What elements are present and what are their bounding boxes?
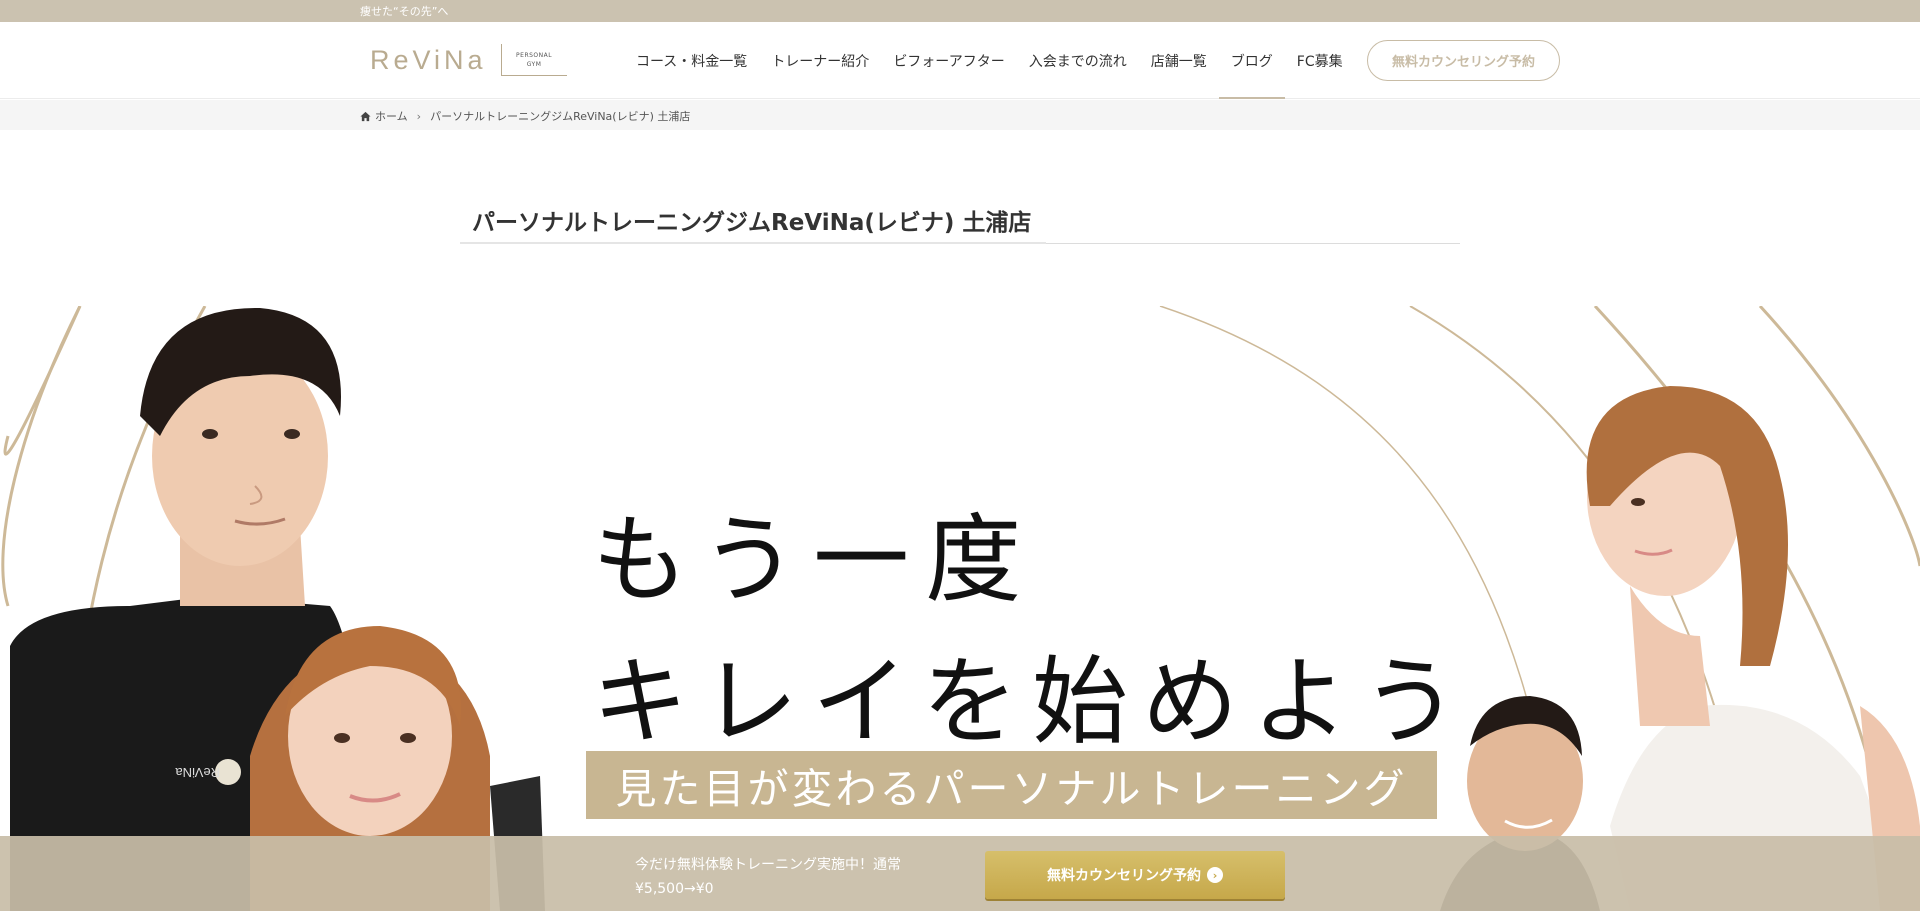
nav-item-fc[interactable]: FC募集 — [1285, 22, 1355, 99]
nav-item-stores[interactable]: 店舗一覧 — [1139, 22, 1219, 99]
title-underline — [460, 242, 1046, 244]
breadcrumb-home[interactable]: ホーム — [375, 108, 408, 124]
counseling-button-header[interactable]: 無料カウンセリング予約 — [1367, 40, 1560, 81]
nav-item-courses[interactable]: コース・料金一覧 — [624, 22, 759, 99]
breadcrumb: ホーム › パーソナルトレーニングジムReViNa(レビナ) 土浦店 — [0, 100, 1920, 130]
nav-item-flow[interactable]: 入会までの流れ — [1017, 22, 1139, 99]
nav-item-trainers[interactable]: トレーナー紹介 — [759, 22, 881, 99]
promo-line-2: ¥5,500→¥0 — [635, 881, 714, 897]
home-icon — [360, 111, 371, 121]
hero-banner: ReViNa もう一度 キレイを始めよう 見た目が変わるパーソナルトレーニング — [0, 306, 1920, 911]
site-logo[interactable]: ReViNa PERSONAL GYM — [370, 44, 567, 76]
site-header: ReViNa PERSONAL GYM コース・料金一覧 トレーナー紹介 ビフォ… — [0, 22, 1920, 99]
trainer-man-image: ReViNa — [10, 307, 545, 911]
nav-item-blog[interactable]: ブログ — [1218, 22, 1285, 99]
main-nav: コース・料金一覧 トレーナー紹介 ビフォーアフター 入会までの流れ 店舗一覧 ブ… — [624, 22, 1355, 99]
counseling-button-footer[interactable]: 無料カウンセリング予約 › — [985, 851, 1285, 899]
promo-line-1: 今だけ無料体験トレーニング実施中！通常 — [635, 857, 901, 873]
page-title: パーソナルトレーニングジムReViNa(レビナ) 土浦店 — [472, 210, 1032, 236]
breadcrumb-current: パーソナルトレーニングジムReViNa(レビナ) 土浦店 — [430, 110, 691, 123]
hero-headline-1: もう一度 — [592, 504, 1038, 616]
arrow-circle-right-icon: › — [1207, 867, 1223, 883]
logo-sub-personal: PERSONAL — [516, 51, 553, 59]
counseling-button-label: 無料カウンセリング予約 — [1047, 868, 1201, 884]
sticky-cta-bar: 今だけ無料体験トレーニング実施中！通常 ¥5,500→¥0 無料カウンセリング予… — [0, 836, 1920, 911]
promo-text: 今だけ無料体験トレーニング実施中！通常 ¥5,500→¥0 — [635, 853, 901, 901]
hero-subheadline: 見た目が変わるパーソナルトレーニング — [615, 765, 1408, 813]
page-title-block: パーソナルトレーニングジムReViNa(レビナ) 土浦店 — [460, 200, 1460, 244]
nav-item-before-after[interactable]: ビフォーアフター — [881, 22, 1016, 99]
shirt-logo: ReViNa — [175, 765, 220, 780]
hero-subheadline-band: 見た目が変わるパーソナルトレーニング — [586, 751, 1437, 819]
logo-sub-gym: GYM — [526, 60, 542, 68]
logo-wordmark: ReViNa — [370, 44, 487, 75]
hero-headline-2: キレイを始めよう — [592, 646, 1472, 758]
logo-badge: PERSONAL GYM — [500, 44, 567, 76]
chevron-right-icon: › — [416, 109, 422, 123]
top-announcement-bar: 痩せた“その先”へ — [0, 0, 1920, 22]
trainee-woman-image — [1440, 386, 1920, 911]
tagline: 痩せた“その先”へ — [360, 5, 449, 18]
